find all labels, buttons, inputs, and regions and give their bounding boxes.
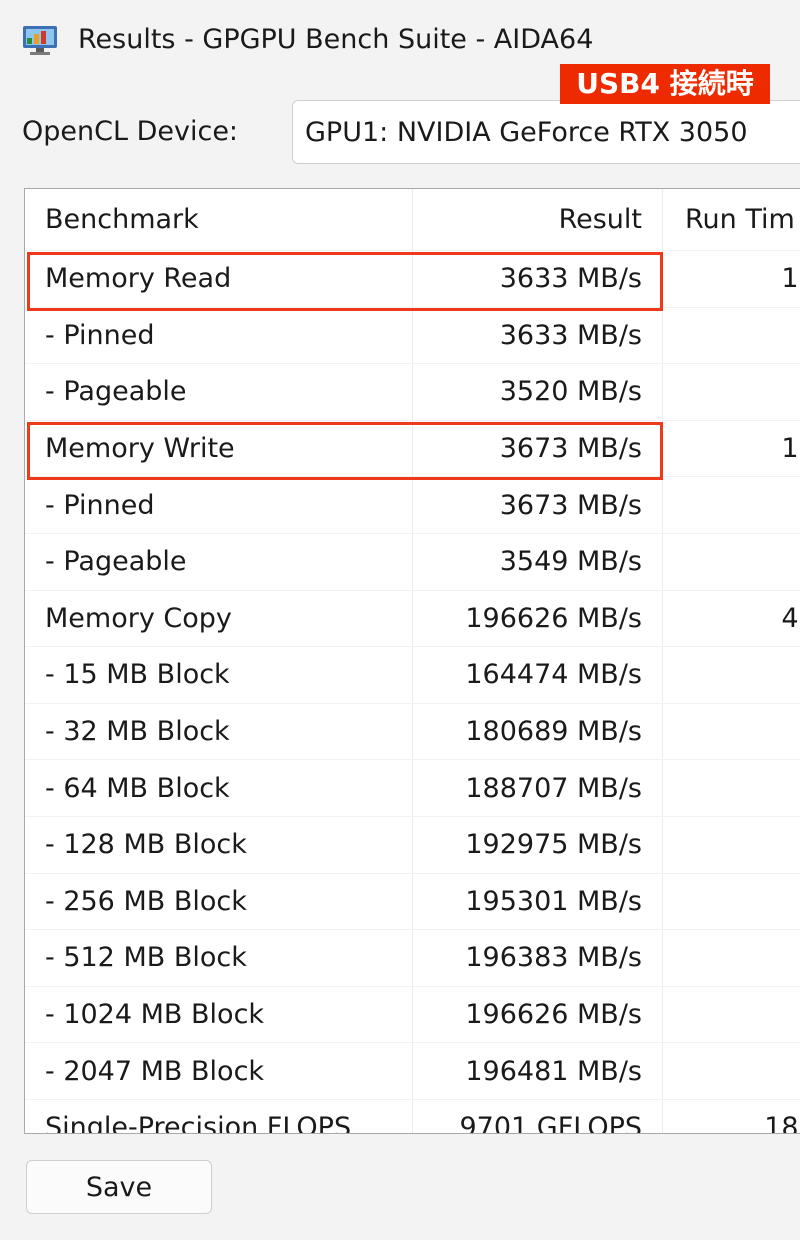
run-time-value: 18531 m [764, 1112, 800, 1134]
benchmark-cell: - 2047 MB Block [25, 1043, 413, 1099]
result-cell: 3549 MB/s [413, 533, 663, 590]
table-row[interactable]: - Pageable3549 MB/s8 m [25, 533, 800, 591]
run-time-cell: 1109 m [663, 421, 800, 477]
table-header-row: Benchmark Result Run Tim [25, 189, 800, 251]
benchmark-cell: - 15 MB Block [25, 647, 413, 703]
run-time-value: 3 m [663, 874, 800, 930]
benchmark-cell: Memory Write [25, 420, 413, 477]
run-time-cell: 0 m [663, 704, 800, 760]
run-time-cell: 3 m [663, 874, 800, 930]
result-cell: 196626 MB/s [413, 590, 663, 647]
benchmark-cell: Memory Read [25, 251, 413, 307]
run-time-cell: 18531 m [663, 1100, 800, 1134]
result-cell: 195301 MB/s [413, 873, 663, 930]
run-time-value: 1109 m [781, 433, 800, 465]
table-row[interactable]: - 15 MB Block164474 MB/s0 m [25, 647, 800, 704]
aida64-app-icon [23, 26, 57, 55]
run-time-value: 0 m [663, 704, 800, 760]
usb4-badge: USB4 接続時 [560, 64, 770, 104]
result-cell: 164474 MB/s [413, 647, 663, 703]
results-grid: Benchmark Result Run Tim Memory Read 3633… [25, 189, 800, 1134]
footer-bar: Save [0, 1136, 800, 1240]
run-time-cell: 1078 m [663, 251, 800, 307]
result-cell: 196383 MB/s [413, 930, 663, 986]
run-time-value: 5 m [663, 930, 800, 986]
run-time-cell: 1 m [663, 760, 800, 816]
table-row[interactable]: - 256 MB Block195301 MB/s3 m [25, 873, 800, 931]
run-time-value: 8 m [663, 477, 800, 533]
benchmark-cell: - Pageable [25, 364, 413, 420]
benchmark-cell: - 1024 MB Block [25, 986, 413, 1043]
run-time-value: 8 m [663, 534, 800, 590]
benchmark-cell: - 512 MB Block [25, 930, 413, 986]
table-row[interactable]: - Pageable3520 MB/s9 m [25, 364, 800, 421]
table-row[interactable]: - Pinned3673 MB/s8 m [25, 477, 800, 534]
run-time-cell: 9 m [663, 364, 800, 420]
run-time-cell: 10 m [663, 987, 800, 1043]
run-time-value: 10 m [663, 987, 800, 1043]
column-header-benchmark[interactable]: Benchmark [25, 189, 413, 250]
benchmark-cell: - Pinned [25, 307, 413, 364]
run-time-value: 0 m [663, 647, 800, 703]
run-time-value: 1 m [663, 760, 800, 816]
result-cell: 180689 MB/s [413, 703, 663, 760]
result-cell: 188707 MB/s [413, 760, 663, 816]
table-row[interactable]: - 2047 MB Block196481 MB/s21 m [25, 1043, 800, 1100]
save-button[interactable]: Save [26, 1160, 212, 1214]
run-time-cell: 8 m [663, 308, 800, 364]
table-row[interactable]: - 512 MB Block196383 MB/s5 m [25, 930, 800, 987]
run-time-value: 8 m [663, 308, 800, 364]
result-cell: 3633 MB/s [413, 307, 663, 364]
run-time-cell: 4500 m [663, 591, 800, 647]
benchmark-cell: Memory Copy [25, 590, 413, 647]
run-time-value: 9 m [663, 364, 800, 420]
run-time-cell: 0 m [663, 647, 800, 703]
table-row[interactable]: - 1024 MB Block196626 MB/s10 m [25, 986, 800, 1044]
benchmark-cell: - 256 MB Block [25, 873, 413, 930]
result-cell: 3673 MB/s [413, 420, 663, 477]
benchmark-cell: Single-Precision FLOPS [25, 1099, 413, 1133]
result-cell: 3633 MB/s [413, 251, 663, 307]
result-cell: 3520 MB/s [413, 364, 663, 420]
run-time-value: 21 m [663, 1043, 800, 1099]
run-time-value: 4500 m [781, 602, 800, 634]
run-time-cell: 1 m [663, 817, 800, 873]
run-time-cell: 21 m [663, 1043, 800, 1099]
table-row[interactable]: - 64 MB Block188707 MB/s1 m [25, 760, 800, 817]
table-row[interactable]: - 128 MB Block192975 MB/s1 m [25, 816, 800, 874]
result-cell: 196626 MB/s [413, 986, 663, 1043]
opencl-device-select[interactable]: GPU1: NVIDIA GeForce RTX 3050 [292, 100, 800, 164]
column-header-result[interactable]: Result [413, 189, 663, 250]
table-row[interactable]: Single-Precision FLOPS9701 GFLOPS 18531 m [25, 1099, 800, 1134]
window-title: Results - GPGPU Bench Suite - AIDA64 [78, 24, 594, 55]
result-cell: 3673 MB/s [413, 477, 663, 533]
run-time-value: 1 m [663, 817, 800, 873]
run-time-value: 1078 m [781, 263, 800, 295]
run-time-cell: 8 m [663, 477, 800, 533]
table-row[interactable]: Memory Write3673 MB/s 1109 m [25, 420, 800, 478]
benchmark-cell: - 64 MB Block [25, 760, 413, 816]
benchmark-cell: - 32 MB Block [25, 703, 413, 760]
run-time-cell: 8 m [663, 534, 800, 590]
table-row[interactable]: Memory Read3633 MB/s 1078 m [25, 251, 800, 308]
opencl-device-label: OpenCL Device: [22, 116, 239, 147]
result-cell: 9701 GFLOPS [413, 1099, 663, 1133]
table-row[interactable]: Memory Copy196626 MB/s 4500 m [25, 590, 800, 648]
run-time-cell: 5 m [663, 930, 800, 986]
benchmark-cell: - Pinned [25, 477, 413, 533]
column-header-run-time[interactable]: Run Tim [663, 189, 800, 250]
benchmark-cell: - 128 MB Block [25, 816, 413, 873]
result-cell: 192975 MB/s [413, 816, 663, 873]
benchmark-cell: - Pageable [25, 533, 413, 590]
table-row[interactable]: - 32 MB Block180689 MB/s0 m [25, 703, 800, 761]
result-cell: 196481 MB/s [413, 1043, 663, 1099]
opencl-device-value: GPU1: NVIDIA GeForce RTX 3050 [305, 117, 748, 148]
results-table[interactable]: Benchmark Result Run Tim Memory Read 3633… [24, 188, 800, 1134]
table-row[interactable]: - Pinned3633 MB/s8 m [25, 307, 800, 365]
